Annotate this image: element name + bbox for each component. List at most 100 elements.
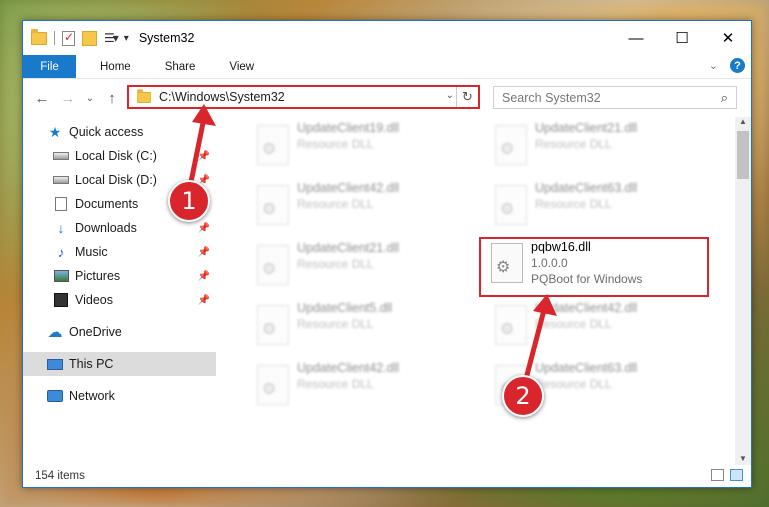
recent-locations-button[interactable]: ⌄ (79, 93, 101, 104)
search-icon[interactable]: ⌕ (721, 90, 728, 106)
up-button[interactable]: ↑ (101, 90, 123, 107)
properties-icon[interactable] (62, 30, 75, 46)
music-icon: ♪ (57, 244, 65, 260)
pin-icon[interactable]: 📌 (198, 223, 210, 234)
pin-icon[interactable]: 📌 (198, 247, 210, 258)
pin-icon[interactable]: 📌 (198, 151, 210, 162)
file-name: UpdateClient21.dll (535, 121, 638, 135)
star-icon: ★ (48, 123, 62, 140)
dll-file-icon (495, 125, 527, 165)
network-icon (47, 389, 63, 403)
file-explorer-window: ☰▾ ▾ System32 — ☐ ✕ File Home Share View… (22, 20, 752, 488)
details-view-icon[interactable] (711, 469, 724, 481)
sidebar-item-label: This PC (69, 357, 114, 371)
quick-access-toolbar: ☰▾ ▾ (23, 28, 129, 46)
pin-icon[interactable]: 📌 (198, 271, 210, 282)
window-title: System32 (138, 31, 195, 45)
list-item[interactable]: UpdateClient5.dll Resource DLL (247, 299, 477, 357)
sidebar-item-this-pc[interactable]: This PC (23, 352, 216, 376)
step-1-badge: 1 (168, 180, 210, 222)
sidebar-item-label: Downloads (75, 221, 137, 235)
downloads-icon: ↓ (57, 220, 65, 236)
scroll-up-icon[interactable]: ▲ (735, 117, 751, 126)
expand-ribbon-icon[interactable]: ⌄ (709, 59, 718, 72)
documents-icon (53, 197, 69, 211)
item-count: 154 items (35, 470, 85, 482)
scrollbar-thumb[interactable] (737, 131, 749, 179)
sidebar-item-label: Local Disk (D:) (75, 173, 157, 187)
list-item[interactable]: UpdateClient63.dll Resource DLL (485, 179, 715, 237)
target-file-pqbw16[interactable]: pqbw16.dll 1.0.0.0 PQBoot for Windows (479, 237, 709, 297)
this-pc-icon (47, 357, 63, 371)
videos-icon (53, 293, 69, 307)
sidebar-item-local-disk-c[interactable]: Local Disk (C:) 📌 (23, 144, 216, 168)
sidebar-item-label: Pictures (75, 269, 121, 283)
list-item[interactable]: UpdateClient42.dll Resource DLL (247, 359, 477, 417)
file-list: UpdateClient19.dll Resource DLL UpdateCli… (235, 117, 733, 465)
sidebar-item-label: Network (69, 389, 115, 403)
list-item[interactable]: UpdateClient21.dll Resource DLL (247, 239, 477, 297)
sidebar-item-pictures[interactable]: Pictures 📌 (23, 264, 216, 288)
search-input[interactable] (502, 90, 702, 105)
tab-home[interactable]: Home (76, 55, 145, 78)
sidebar-item-label: OneDrive (69, 325, 122, 339)
file-name: UpdateClient63.dll (535, 181, 638, 195)
step-2-badge: 2 (502, 375, 544, 417)
large-icons-view-icon[interactable] (730, 469, 743, 481)
address-bar[interactable]: C:\Windows\System32 ⌄ ↻ (127, 85, 480, 109)
file-description: Resource DLL (297, 317, 374, 331)
file-description: Resource DLL (297, 137, 374, 151)
maximize-button[interactable]: ☐ (659, 21, 705, 55)
address-dropdown-icon[interactable]: ⌄ (446, 90, 454, 101)
minimize-button[interactable]: — (613, 21, 659, 55)
sidebar-item-quick-access[interactable]: ★ Quick access (23, 120, 216, 144)
file-description: Resource DLL (535, 197, 612, 211)
file-name: pqbw16.dll (531, 240, 591, 254)
file-name: UpdateClient63.dll (535, 361, 638, 375)
forward-button[interactable]: → (57, 90, 79, 107)
file-name: UpdateClient5.dll (297, 301, 393, 315)
drive-icon (53, 173, 69, 187)
content-area: ★ Quick access Local Disk (C:) 📌 Local D… (23, 117, 751, 465)
drive-icon (53, 149, 69, 163)
dll-file-icon (491, 243, 523, 283)
sidebar-item-music[interactable]: ♪ Music 📌 (23, 240, 216, 264)
pictures-icon (53, 269, 69, 283)
vertical-scrollbar[interactable]: ▲ ▼ (735, 117, 751, 465)
new-folder-icon[interactable] (82, 30, 97, 46)
list-item[interactable]: UpdateClient42.dll Resource DLL (247, 179, 477, 237)
list-item[interactable]: UpdateClient42.dll Resource DLL (485, 299, 715, 357)
sidebar-item-videos[interactable]: Videos 📌 (23, 288, 216, 312)
toolbar-dropdown-icon[interactable]: ▾ (124, 33, 129, 44)
sidebar-item-label: Quick access (69, 125, 144, 139)
sidebar-item-onedrive[interactable]: ☁ OneDrive (23, 320, 216, 344)
navigation-bar: ← → ⌄ ↑ C:\Windows\System32 ⌄ ↻ ⌕ (23, 79, 751, 117)
close-button[interactable]: ✕ (705, 21, 751, 55)
file-name: UpdateClient19.dll (297, 121, 400, 135)
onedrive-icon: ☁ (47, 324, 63, 341)
scroll-down-icon[interactable]: ▼ (735, 454, 751, 463)
dll-file-icon (257, 245, 289, 285)
refresh-icon[interactable]: ↻ (456, 87, 478, 107)
file-name: UpdateClient42.dll (297, 181, 400, 195)
file-name: UpdateClient42.dll (297, 361, 400, 375)
list-item[interactable]: UpdateClient19.dll Resource DLL (247, 119, 477, 177)
sidebar-item-network[interactable]: Network (23, 384, 216, 408)
search-box[interactable]: ⌕ (493, 86, 737, 109)
customize-toolbar-icon[interactable]: ☰▾ (104, 31, 119, 45)
file-name: UpdateClient21.dll (297, 241, 400, 255)
tab-file[interactable]: File (23, 55, 76, 78)
file-name: UpdateClient42.dll (535, 301, 638, 315)
address-path: C:\Windows\System32 (159, 90, 285, 104)
tab-share[interactable]: Share (145, 55, 210, 78)
help-icon[interactable]: ? (730, 58, 745, 73)
file-description: PQBoot for Windows (531, 272, 643, 286)
dll-file-icon (257, 125, 289, 165)
back-button[interactable]: ← (31, 90, 53, 107)
file-description: Resource DLL (297, 377, 374, 391)
title-bar: ☰▾ ▾ System32 — ☐ ✕ (23, 21, 751, 55)
tab-view[interactable]: View (209, 55, 268, 78)
dll-file-icon (495, 185, 527, 225)
pin-icon[interactable]: 📌 (198, 295, 210, 306)
list-item[interactable]: UpdateClient21.dll Resource DLL (485, 119, 715, 177)
